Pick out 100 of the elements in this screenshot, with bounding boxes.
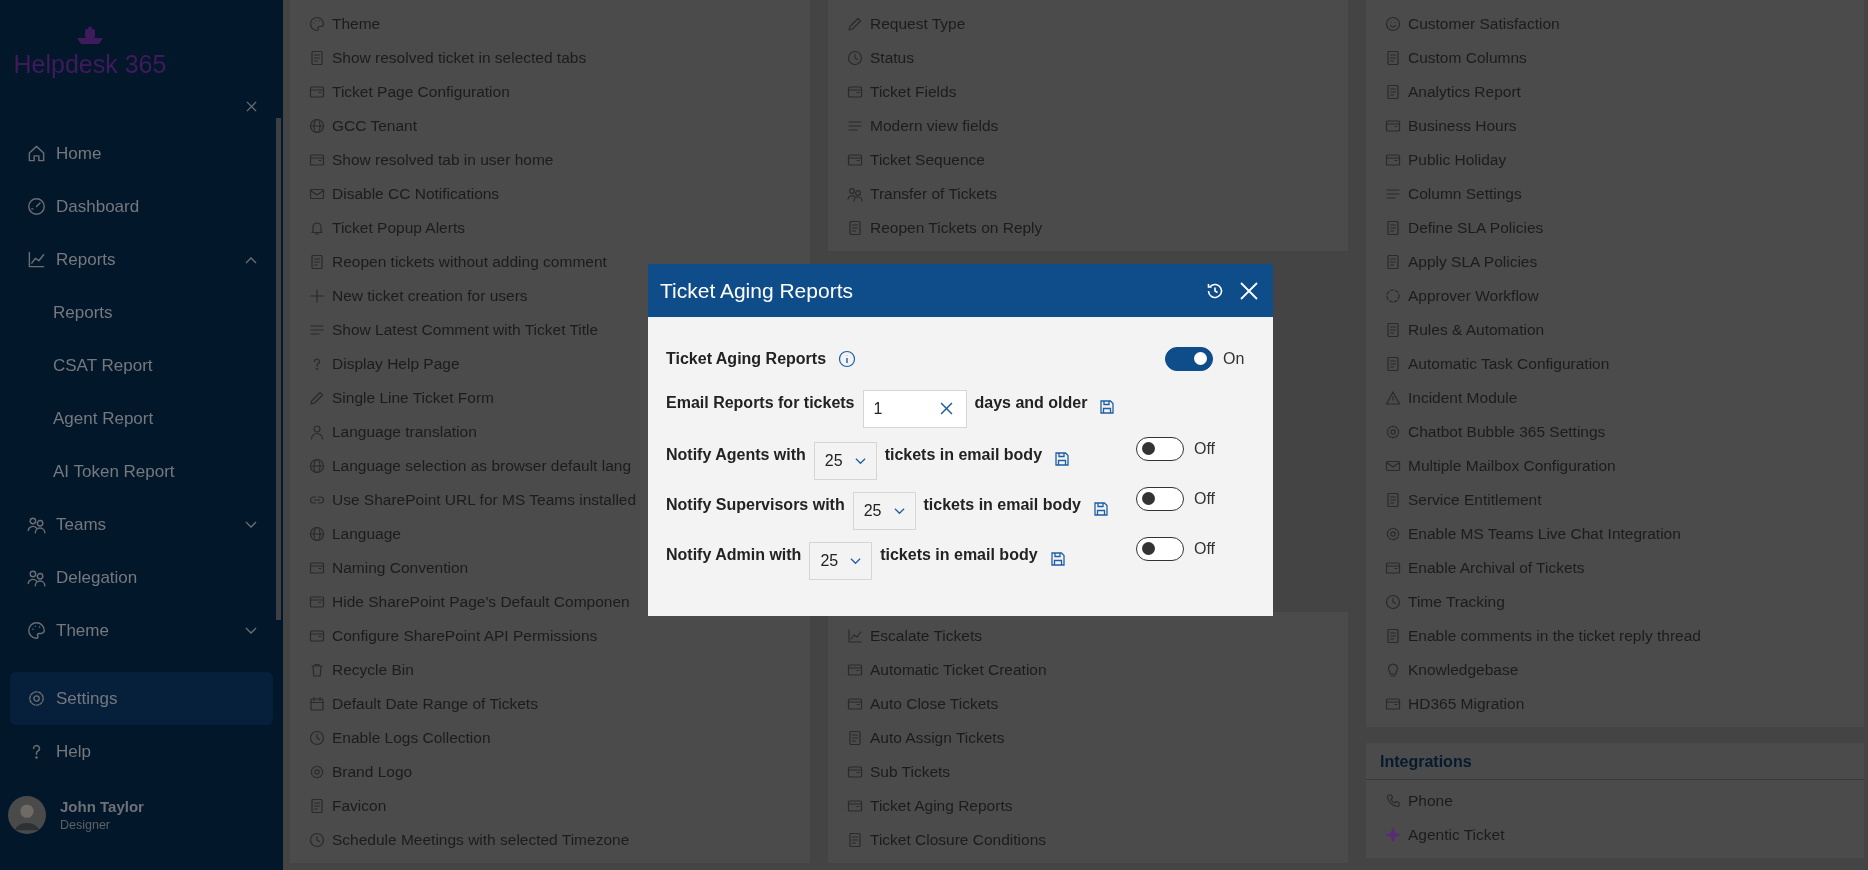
- window-icon: [847, 662, 863, 678]
- settings-icon: [1385, 424, 1401, 440]
- toggle-switch[interactable]: [1136, 487, 1184, 511]
- document-icon: [847, 220, 863, 236]
- nav-subitem[interactable]: AI Token Report: [10, 445, 273, 498]
- nav-item[interactable]: Theme: [10, 604, 273, 657]
- person-icon: [309, 424, 325, 440]
- document-icon: [1385, 322, 1401, 338]
- field-label: Notify Agents with: [666, 445, 806, 464]
- nav-item[interactable]: Settings: [10, 672, 273, 725]
- toggle-state-label: On: [1223, 350, 1245, 368]
- window-icon: [847, 152, 863, 168]
- people-icon: [847, 186, 863, 202]
- brand-name: Helpdesk 365: [13, 50, 167, 79]
- nav-subitem[interactable]: Agent Report: [10, 392, 273, 445]
- settings-icon: [27, 689, 46, 708]
- window-icon: [309, 594, 325, 610]
- hat-logo-icon: [75, 26, 105, 46]
- info-icon[interactable]: [838, 350, 857, 368]
- save-icon[interactable]: [1099, 399, 1116, 415]
- nav-item[interactable]: Teams: [10, 498, 273, 551]
- dropdown[interactable]: 25: [852, 492, 916, 530]
- toggle-state-label: Off: [1194, 540, 1216, 558]
- dropdown[interactable]: 25: [813, 442, 877, 480]
- nav-subitem[interactable]: CSAT Report: [10, 339, 273, 392]
- document-icon: [1385, 84, 1401, 100]
- document-icon: [847, 730, 863, 746]
- warning-icon: [1385, 390, 1401, 406]
- nav-item[interactable]: Delegation: [10, 551, 273, 604]
- window-icon: [1385, 118, 1401, 134]
- toggle-switch[interactable]: [1165, 347, 1213, 371]
- palette-icon: [309, 16, 325, 32]
- field-label: Notify Admin with: [666, 545, 802, 564]
- clock-icon: [309, 730, 325, 746]
- avatar: [8, 796, 46, 834]
- smiley-icon: [1385, 16, 1401, 32]
- globe-icon: [309, 526, 325, 542]
- nav-subitem[interactable]: Reports: [10, 286, 273, 339]
- field-label: Ticket Aging Reports: [666, 350, 827, 368]
- bin-icon: [309, 662, 325, 678]
- window-icon: [847, 764, 863, 780]
- save-icon[interactable]: [1054, 451, 1071, 467]
- document-icon: [309, 798, 325, 814]
- window-icon: [309, 152, 325, 168]
- save-icon[interactable]: [1049, 551, 1066, 567]
- clock-icon: [847, 50, 863, 66]
- bell-icon: [309, 220, 325, 236]
- pencil-icon: [309, 390, 325, 406]
- field-suffix: days and older: [974, 393, 1088, 412]
- plus-icon: [309, 288, 325, 304]
- people-icon: [27, 568, 46, 587]
- window-icon: [847, 84, 863, 100]
- document-icon: [1385, 220, 1401, 236]
- bulb-icon: [1385, 662, 1401, 678]
- document-icon: [309, 254, 325, 270]
- field-suffix: tickets in email body: [923, 495, 1081, 514]
- calendar-icon: [309, 696, 325, 712]
- caret-down-icon: [854, 457, 866, 465]
- globe-icon: [309, 118, 325, 134]
- document-icon: [1385, 254, 1401, 270]
- settings-icon: [309, 764, 325, 780]
- dialog-title: Ticket Aging Reports: [660, 278, 854, 303]
- chart-icon: [27, 250, 46, 269]
- window-icon: [847, 798, 863, 814]
- settings-icon: [1385, 526, 1401, 542]
- document-icon: [1385, 628, 1401, 644]
- palette-icon: [27, 621, 46, 640]
- phone-icon: [1385, 793, 1401, 809]
- window-icon: [847, 696, 863, 712]
- field-suffix: tickets in email body: [884, 445, 1043, 464]
- globe-icon: [309, 458, 325, 474]
- sparkle-icon: [1385, 827, 1401, 843]
- save-icon[interactable]: [1092, 501, 1109, 517]
- nav-item[interactable]: Reports: [10, 233, 273, 286]
- envelope-icon: [309, 186, 325, 202]
- nav-item[interactable]: Dashboard: [10, 180, 273, 233]
- nav-item[interactable]: Home: [10, 127, 273, 180]
- user-role: Designer: [60, 818, 112, 832]
- section-heading: Integrations: [1366, 747, 1864, 780]
- pencil-icon: [847, 16, 863, 32]
- clock-icon: [1385, 594, 1401, 610]
- close-icon[interactable]: [1239, 280, 1259, 301]
- caret-down-icon: [893, 507, 905, 515]
- nav-item[interactable]: Help: [10, 725, 273, 778]
- window-icon: [1385, 696, 1401, 712]
- dropdown[interactable]: 25: [809, 542, 873, 580]
- clock-icon: [309, 832, 325, 848]
- people-icon: [27, 515, 46, 534]
- field-label: Notify Supervisors with: [666, 495, 845, 514]
- window-icon: [1385, 152, 1401, 168]
- circle-icon: [1385, 288, 1401, 304]
- window-icon: [1385, 560, 1401, 576]
- scrollbar[interactable]: [276, 118, 281, 620]
- toggle-switch[interactable]: [1136, 437, 1184, 461]
- toggle-state-label: Off: [1194, 440, 1216, 458]
- input-field[interactable]: 1: [862, 390, 967, 428]
- window-icon: [309, 84, 325, 100]
- toggle-switch[interactable]: [1136, 537, 1184, 561]
- clear-icon[interactable]: [939, 402, 953, 415]
- gauge-icon: [27, 197, 46, 216]
